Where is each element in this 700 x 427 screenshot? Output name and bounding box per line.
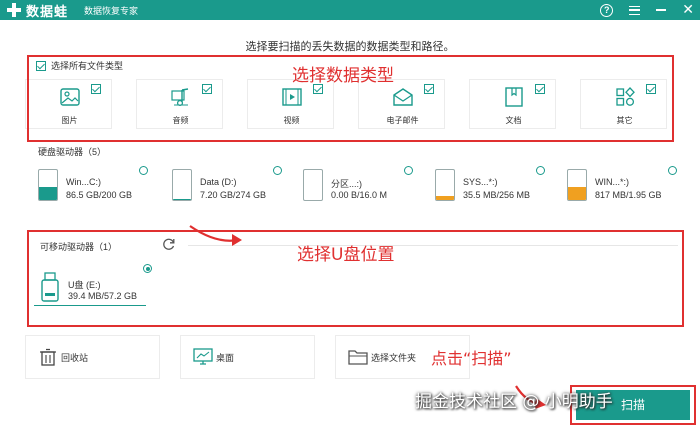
drive-radio[interactable] [668, 166, 677, 175]
location-desktop[interactable]: 桌面 [180, 335, 315, 379]
annotation-click-scan: 点击“扫描” [431, 349, 512, 368]
title-bar: 数据蛙 数据恢复专家 ? ✕ [0, 0, 700, 20]
drive-name: SYS...*:) [463, 177, 498, 187]
help-icon[interactable]: ? [600, 3, 614, 17]
location-recycle-bin[interactable]: 回收站 [25, 335, 160, 379]
location-label: 桌面 [216, 353, 235, 363]
drive-size: 7.20 GB/274 GB [200, 190, 267, 200]
drive-usage-fill [173, 199, 191, 200]
annotation-arrow-icon [189, 225, 242, 246]
location-label: 选择文件夹 [371, 353, 417, 363]
app-logo: 数据蛙 [6, 2, 69, 20]
watermark: 掘金技术社区 @ 小明助手 [415, 392, 613, 412]
drive-size: 817 MB/1.95 GB [595, 190, 662, 200]
drive-size: 35.5 MB/256 MB [463, 190, 531, 200]
app-brand: 数据蛙 [26, 4, 69, 20]
close-icon[interactable]: ✕ [682, 3, 694, 17]
drive-radio[interactable] [536, 166, 545, 175]
drive-icon [435, 169, 455, 201]
drive-name: Data (D:) [200, 177, 237, 187]
hard-drives-title: 硬盘驱动器（5） [38, 147, 107, 157]
minimize-icon[interactable] [656, 9, 667, 11]
annotation-select-usb: 选择U盘位置 [297, 245, 395, 265]
instruction-text: 选择要扫描的丢失数据的数据类型和路径。 [245, 41, 455, 53]
app-subtitle: 数据恢复专家 [84, 6, 139, 16]
desktop-icon [193, 348, 213, 365]
drive-radio[interactable] [139, 166, 148, 175]
location-label: 回收站 [61, 353, 89, 363]
annotation-select-type: 选择数据类型 [292, 66, 394, 86]
drive-name: Win...C:) [66, 177, 101, 187]
menu-icon[interactable] [629, 5, 641, 15]
drive-name: WIN...*:) [595, 177, 629, 187]
drive-size: 86.5 GB/200 GB [66, 190, 133, 200]
drive-icon [172, 169, 192, 201]
drive-icon [567, 169, 587, 201]
logo-cross-icon [6, 2, 22, 18]
recycle-bin-icon [40, 348, 56, 366]
drive-usage-fill [568, 187, 586, 200]
drive-icon [303, 169, 323, 201]
drive-usage-fill [39, 187, 57, 200]
drive-radio[interactable] [273, 166, 282, 175]
drive-icon [38, 169, 58, 201]
drive-usage-fill [436, 195, 454, 200]
drive-radio[interactable] [404, 166, 413, 175]
drive-size: 0.00 B/16.0 M [331, 190, 388, 200]
window-controls: ? ✕ [600, 0, 694, 20]
drive-name: 分区...:) [331, 179, 362, 189]
folder-icon [348, 350, 368, 365]
